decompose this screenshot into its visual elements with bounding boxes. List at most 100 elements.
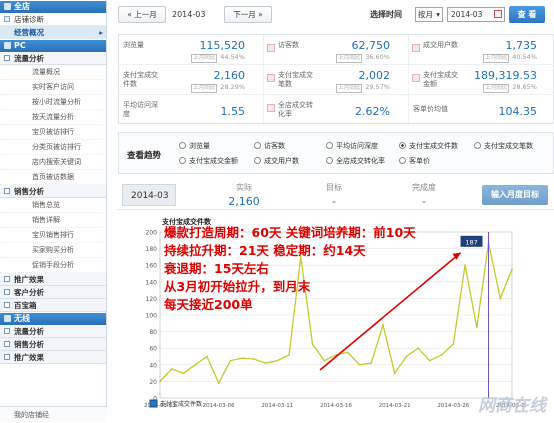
annotation-line: 爆款打造周期：60天 关键词培养期：前10天 <box>164 225 416 240</box>
metric-icon <box>412 44 420 52</box>
expand-icon <box>4 302 10 308</box>
y-tick-label: 20 <box>149 379 157 386</box>
sidebar-group-toolbox[interactable]: 百宝箱 <box>0 299 106 312</box>
section-pc[interactable]: PC <box>0 40 106 52</box>
stat-alipay-items: 支付宝成交件数 2,160 上月同比 28.29% <box>119 65 264 95</box>
collapse-icon <box>4 55 10 61</box>
data-point <box>475 326 478 329</box>
x-tick-label: 2014-03-11 <box>261 403 293 409</box>
sidebar-subitem[interactable]: 按天流量分析 <box>0 110 106 125</box>
target-month: 2014-03 <box>122 184 176 206</box>
x-tick-label: 2014-03-16 <box>320 403 352 409</box>
data-point <box>323 359 326 362</box>
input-monthly-target-button[interactable]: 输入月度目标 <box>482 185 548 205</box>
trend-option[interactable]: 平均访问深度 <box>326 141 378 151</box>
trend-option[interactable]: 浏览量 <box>179 141 210 151</box>
data-point <box>159 380 161 383</box>
view-button[interactable]: 查 看 <box>509 6 545 23</box>
section-wireless[interactable]: 无线 <box>0 313 106 325</box>
data-point <box>217 382 220 384</box>
trend-option[interactable]: 支付宝成交笔数 <box>474 141 533 151</box>
legend-checkbox-icon <box>149 399 158 408</box>
sidebar-group-wireless-sales[interactable]: 销售分析 <box>0 338 106 351</box>
sidebar-item-store-diagnosis[interactable]: 店铺诊断 <box>0 13 106 26</box>
expand-icon <box>4 341 10 347</box>
time-label: 选择时间 <box>370 10 402 19</box>
next-month-button[interactable]: 下一月 » <box>224 6 272 23</box>
prev-month-button[interactable]: « 上一月 <box>118 6 166 23</box>
main-content: « 上一月 2014-03 下一月 » 选择时间 按月 2014-03 查 看 … <box>114 0 554 422</box>
y-tick-label: 180 <box>146 246 158 253</box>
trend-option[interactable]: 成交用户数 <box>254 156 299 166</box>
trend-panel: 查看趋势 浏览量 访客数 平均访问深度 支付宝成交件数 支付宝成交笔数 支付宝成… <box>118 132 554 174</box>
sidebar-group-sales[interactable]: 销售分析 <box>0 185 106 198</box>
metric-icon <box>267 74 275 82</box>
data-point <box>170 368 173 370</box>
tooltip-value: 187 <box>465 238 477 246</box>
my-store-link[interactable]: 我的店铺经 <box>0 406 107 422</box>
calendar-icon[interactable] <box>494 10 502 18</box>
target-completion: 完成度 - <box>412 183 436 208</box>
sidebar-group-promo[interactable]: 推广效果 <box>0 273 106 286</box>
y-tick-label: 40 <box>149 362 157 369</box>
data-point <box>417 347 420 350</box>
annotation-line: 衰退期：15天左右 <box>164 261 269 276</box>
expand-icon <box>4 354 10 360</box>
sidebar-subitem[interactable]: 宝贝销售排行 <box>0 228 106 243</box>
trend-option[interactable]: 访客数 <box>254 141 285 151</box>
sidebar-subitem[interactable]: 按小时流量分析 <box>0 95 106 110</box>
sidebar-item-overview[interactable]: 经营概况 <box>0 26 106 39</box>
y-tick-label: 140 <box>146 279 158 286</box>
y-tick-label: 60 <box>149 346 157 353</box>
sidebar-subitem[interactable]: 分类页被访排行 <box>0 140 106 155</box>
trend-option[interactable]: 全店成交转化率 <box>326 156 385 166</box>
sidebar-group-traffic[interactable]: 流量分析 <box>0 52 106 65</box>
data-point <box>288 353 290 356</box>
expand-icon <box>4 289 10 295</box>
stat-alipay-amount: 支付宝成交金额 189,319.53 上月同比 28.65% <box>409 65 554 95</box>
sidebar-subitem[interactable]: 流量概况 <box>0 65 106 80</box>
y-tick-label: 200 <box>146 230 158 237</box>
sidebar-subitem[interactable]: 销售详解 <box>0 213 106 228</box>
sidebar-subitem[interactable]: 首页被访数据 <box>0 170 106 185</box>
radio-icon <box>179 157 186 164</box>
current-month: 2014-03 <box>172 10 206 19</box>
sidebar-subitem[interactable]: 促销手段分析 <box>0 258 106 273</box>
trend-option[interactable]: 支付宝成交件数 <box>399 141 458 151</box>
target-actual: 实际 2,160 <box>228 183 260 208</box>
sidebar-subitem[interactable]: 买家购买分析 <box>0 243 106 258</box>
sidebar-group-customer[interactable]: 客户分析 <box>0 286 106 299</box>
sidebar: 全店 店铺诊断 经营概况 PC 流量分析 流量概况 实时客户访问 按小时流量分析… <box>0 0 107 422</box>
sidebar-group-wireless-promo[interactable]: 推广效果 <box>0 351 106 364</box>
sidebar-subitem[interactable]: 宝贝被访排行 <box>0 125 106 140</box>
legend-label: 支付宝成交件数 <box>160 400 202 408</box>
radio-icon <box>326 157 333 164</box>
radio-selected-icon <box>399 142 406 149</box>
trend-option[interactable]: 支付宝成交金额 <box>179 156 238 166</box>
data-point <box>276 359 279 362</box>
data-point <box>428 359 431 362</box>
trend-option[interactable]: 客单价 <box>399 156 430 166</box>
x-tick-label: 2014-03-26 <box>437 403 469 409</box>
data-point <box>370 362 373 365</box>
data-point <box>464 264 466 267</box>
data-point <box>405 355 408 358</box>
data-point <box>511 268 513 271</box>
date-input[interactable]: 2014-03 <box>447 7 505 22</box>
data-point <box>229 359 232 362</box>
section-all-store[interactable]: 全店 <box>0 1 106 13</box>
sidebar-subitem[interactable]: 实时客户访问 <box>0 80 106 95</box>
data-point <box>440 353 443 356</box>
collapse-icon <box>4 188 10 194</box>
data-point <box>452 343 455 345</box>
annotation-line: 从3月初开始拉升，到月末 <box>164 279 311 294</box>
radio-icon <box>326 142 333 149</box>
metric-icon <box>267 44 275 52</box>
period-select[interactable]: 按月 <box>415 7 443 22</box>
data-point <box>206 355 208 358</box>
sidebar-subitem[interactable]: 店内搜索关键词 <box>0 155 106 170</box>
sidebar-group-wireless-traffic[interactable]: 流量分析 <box>0 325 106 338</box>
data-point <box>346 351 349 354</box>
sidebar-subitem[interactable]: 销售总览 <box>0 198 106 213</box>
trend-title: 查看趋势 <box>127 151 162 161</box>
